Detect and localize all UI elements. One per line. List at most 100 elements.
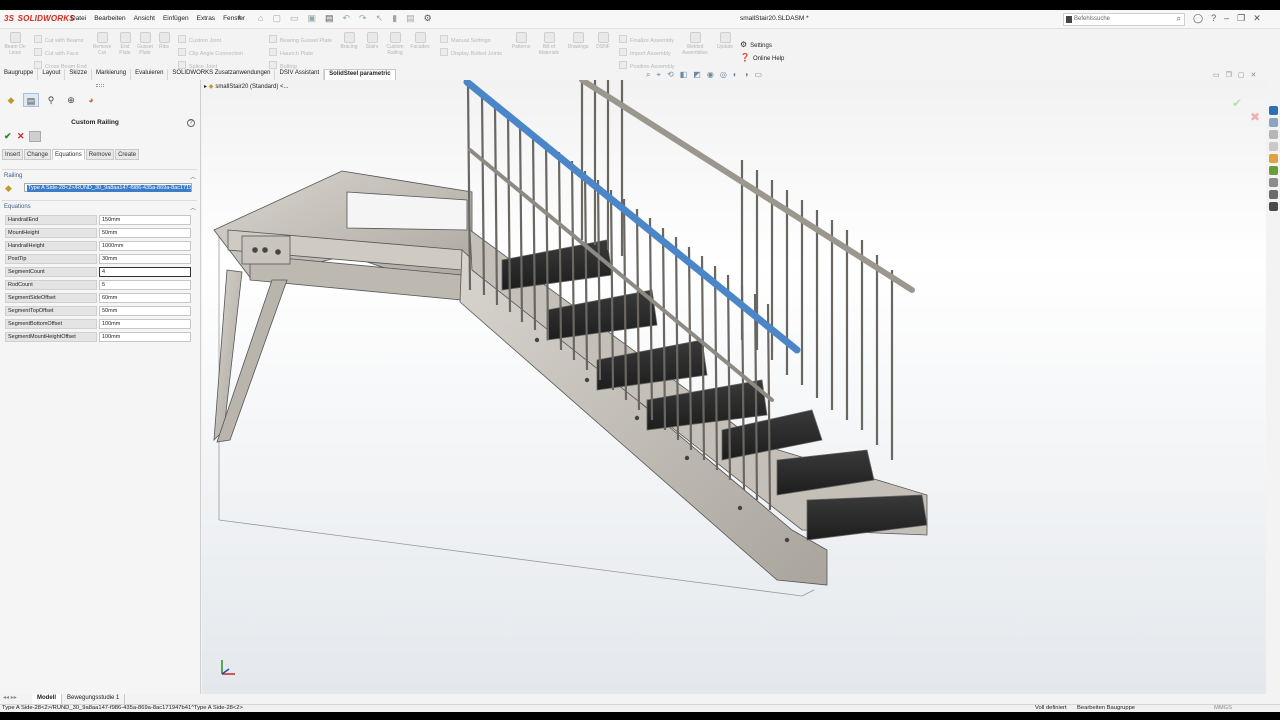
save-icon[interactable]: ▣ xyxy=(307,13,316,24)
collapse-railing-icon[interactable]: ︿ xyxy=(190,172,196,181)
equation-value-input[interactable]: 60mm xyxy=(99,293,191,303)
equation-value-input[interactable]: 150mm xyxy=(99,215,191,225)
print-icon[interactable]: ▤ xyxy=(325,13,334,24)
drawings-button[interactable]: Drawings xyxy=(564,32,592,50)
equation-value-input[interactable]: 50mm xyxy=(99,306,191,316)
new-icon[interactable]: ▢ xyxy=(272,13,281,24)
options-icon[interactable]: ⚙ xyxy=(424,13,432,24)
custom-properties-icon[interactable] xyxy=(1268,166,1278,175)
railing-section-header[interactable]: Railing xyxy=(4,173,22,179)
facades-button[interactable]: Facades xyxy=(408,32,432,50)
zoom-fit-icon[interactable]: ⌕ xyxy=(646,70,650,80)
equation-value-input[interactable]: 100mm xyxy=(99,332,191,342)
viewport-tile-icon[interactable]: ▭ xyxy=(1213,71,1220,79)
select-icon[interactable]: ↖ xyxy=(376,13,384,24)
equation-value-input[interactable]: 100mm xyxy=(99,319,191,329)
search-scope-icon[interactable] xyxy=(1066,16,1072,23)
view-settings-icon[interactable]: ▭ xyxy=(754,70,762,80)
tab-markierung[interactable]: Markierung xyxy=(92,69,132,80)
file-properties-icon[interactable]: ▤ xyxy=(406,13,415,24)
display-bolted-joints-button[interactable]: Display Bolted Joints xyxy=(440,48,502,57)
stairs-button[interactable]: Stairs xyxy=(362,32,382,50)
equation-value-input[interactable]: 30mm xyxy=(99,254,191,264)
cut-with-beams-button[interactable]: Cut with Beams xyxy=(34,35,84,44)
ok-check-icon[interactable]: ✔ xyxy=(4,131,12,142)
command-search-input[interactable]: Befehlssuche ⌕ xyxy=(1063,13,1185,26)
configuration-manager-icon[interactable]: ⚲ xyxy=(43,93,59,107)
display-manager-icon[interactable]: ◕ xyxy=(83,93,99,107)
file-explorer-icon[interactable] xyxy=(1268,130,1278,139)
confirm-corner-cancel-icon[interactable]: ✖ xyxy=(1250,110,1260,124)
tab-layout[interactable]: Layout xyxy=(38,69,66,80)
tab-dsiv-assistant[interactable]: DSIV Assistant xyxy=(275,69,325,80)
custom-railing-button[interactable]: Custom Railing xyxy=(383,32,407,56)
clip-angle-connection-button[interactable]: Clip Angle Connection xyxy=(178,48,243,57)
add-ins-icon[interactable] xyxy=(1268,190,1278,199)
forum-icon[interactable] xyxy=(1268,178,1278,187)
zoom-area-icon[interactable]: ⌖ xyxy=(656,70,661,80)
open-icon[interactable]: ▭ xyxy=(290,13,299,24)
viewport-maximize-icon[interactable]: ▢ xyxy=(1238,71,1245,79)
appearance-icon[interactable]: ◐ xyxy=(733,70,738,80)
finalize-assembly-button[interactable]: Finalize Assembly xyxy=(619,35,674,44)
solidworks-logo[interactable]: 3S SOLIDWORKS xyxy=(4,14,75,23)
subtab-change[interactable]: Change xyxy=(24,149,52,160)
dimxpert-icon[interactable]: ⊕ xyxy=(63,93,79,107)
stair-3d-model[interactable] xyxy=(202,80,1266,694)
beam-on-lines-button[interactable]: Beam On Lines xyxy=(3,32,27,56)
view-palette-icon[interactable] xyxy=(1268,142,1278,151)
tab-baugruppe[interactable]: Baugruppe xyxy=(0,69,39,80)
panel-drag-handle[interactable] xyxy=(96,84,104,87)
tab-evaluieren[interactable]: Evaluieren xyxy=(131,69,169,80)
redo-icon[interactable]: ↷ xyxy=(359,13,367,24)
railing-selection-item[interactable]: Type A Side-28<2>/RUND_30_9a8aa147-f986-… xyxy=(27,185,191,192)
subtab-equations[interactable]: Equations xyxy=(52,149,85,160)
undo-icon[interactable]: ↶ xyxy=(343,13,351,24)
home-icon[interactable]: ⌂ xyxy=(258,13,263,24)
menu-item-einfuegen[interactable]: Einfügen xyxy=(163,15,189,22)
rebuild-icon[interactable]: ▮ xyxy=(392,13,397,24)
online-help-button[interactable]: ❓ Online Help xyxy=(740,53,784,62)
status-units[interactable]: MMGS xyxy=(1214,705,1232,711)
menu-item-extras[interactable]: Extras xyxy=(197,15,215,22)
equation-value-input[interactable]: 5 xyxy=(99,280,191,290)
close-icon[interactable]: ✕ xyxy=(1253,13,1261,24)
appearances-icon[interactable] xyxy=(1268,154,1278,163)
tab-skizze[interactable]: Skizze xyxy=(65,69,93,80)
equation-value-input[interactable]: 1000mm xyxy=(99,241,191,251)
view-orientation-icon[interactable]: ◩ xyxy=(693,70,701,80)
tab-modell[interactable]: Modell xyxy=(32,694,62,704)
settings-button[interactable]: ⚙ Settings xyxy=(740,40,772,49)
tab-scroll-arrows[interactable]: ◂◂ ▸▸ xyxy=(0,694,32,704)
subtab-insert[interactable]: Insert xyxy=(2,149,24,160)
dsnf-button[interactable]: DSNF xyxy=(594,32,612,50)
search-icon[interactable]: ⌕ xyxy=(1177,14,1181,24)
import-assembly-button[interactable]: Import Assembly xyxy=(619,48,671,57)
haunch-plate-button[interactable]: Haunch Plate xyxy=(269,48,313,57)
minimize-icon[interactable]: – xyxy=(1224,13,1229,24)
help-icon[interactable]: ? xyxy=(1211,13,1216,24)
subtab-create[interactable]: Create xyxy=(115,149,140,160)
property-manager-icon[interactable]: ▤ xyxy=(23,93,39,107)
user-icon[interactable]: ◯ xyxy=(1193,13,1203,24)
cancel-x-icon[interactable]: ✕ xyxy=(17,131,25,142)
feature-manager-icon[interactable]: ◆ xyxy=(3,93,19,107)
welded-assemblies-button[interactable]: Welded Assemblies xyxy=(680,32,710,56)
display-style-icon[interactable]: ◉ xyxy=(707,70,714,80)
solidsteel-icon[interactable] xyxy=(1268,202,1278,211)
patterns-button[interactable]: Patterns xyxy=(509,32,533,50)
section-view-icon[interactable]: ◧ xyxy=(680,70,688,80)
equation-value-input[interactable]: 50mm xyxy=(99,228,191,238)
remove-cut-button[interactable]: Remove Cut xyxy=(90,32,114,56)
collapse-equations-icon[interactable]: ︿ xyxy=(190,203,196,212)
update-button[interactable]: Update xyxy=(713,32,737,50)
menu-item-datei[interactable]: Datei xyxy=(71,15,86,22)
equations-section-header[interactable]: Equations xyxy=(4,204,31,210)
previous-view-icon[interactable]: ⟲ xyxy=(667,70,674,80)
equation-value-input[interactable]: 4 xyxy=(99,267,191,277)
subtab-remove[interactable]: Remove xyxy=(85,149,115,160)
tab-solidsteel-parametric[interactable]: SolidSteel parametric xyxy=(324,69,396,80)
cut-with-face-button[interactable]: Cut with Face xyxy=(34,48,79,57)
bearing-gusset-plate-button[interactable]: Bearing Gusset Plate xyxy=(269,35,332,44)
railing-selection-box[interactable]: Type A Side-28<2>/RUND_30_9a8aa147-f986-… xyxy=(24,183,192,192)
